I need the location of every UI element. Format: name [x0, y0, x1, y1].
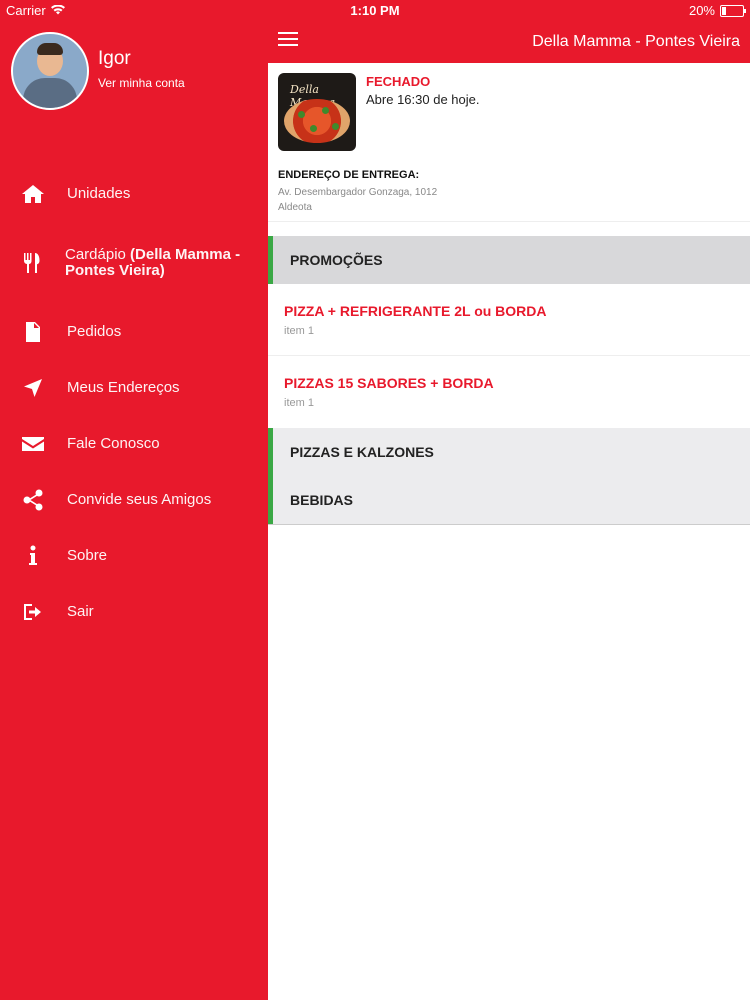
section-header-pizzas[interactable]: PIZZAS E KALZONES	[268, 428, 750, 476]
sidebar-item-convide[interactable]: Convide seus Amigos	[0, 472, 268, 528]
sidebar-item-label: Meus Endereços	[67, 379, 180, 396]
profile-header[interactable]: Igor Ver minha conta	[11, 32, 185, 110]
sidebar-item-label: Unidades	[67, 185, 131, 202]
sidebar-item-label: Sobre	[67, 547, 108, 564]
battery-icon	[720, 4, 746, 17]
sidebar-item-label: Pedidos	[67, 323, 122, 340]
store-hours: Abre 16:30 de hoje.	[366, 92, 480, 107]
sidebar-item-label: Convide seus Amigos	[67, 491, 212, 508]
home-icon	[20, 181, 46, 207]
store-logo: Della Mamma	[278, 73, 356, 151]
status-bar: Carrier 1:10 PM 20%	[0, 0, 750, 22]
product-name: PIZZAS 15 SABORES + BORDA	[284, 375, 494, 391]
address-title: ENDEREÇO DE ENTREGA:	[278, 169, 420, 181]
store-info: Della Mamma FECHADO Abre 16:30 de hoje. …	[268, 63, 750, 222]
menu-icon[interactable]	[278, 32, 298, 46]
product-name: PIZZA + REFRIGERANTE 2L ou BORDA	[284, 303, 547, 319]
address-line: Av. Desembargador Gonzaga, 1012	[278, 187, 438, 198]
sidebar-item-pedidos[interactable]: Pedidos	[0, 304, 268, 360]
product-description: item 1	[284, 325, 314, 337]
address-line: Aldeota	[278, 202, 312, 213]
pizza-image	[284, 99, 350, 143]
account-link[interactable]: Ver minha conta	[98, 76, 185, 90]
sidebar-item-enderecos[interactable]: Meus Endereços	[0, 360, 268, 416]
share-icon	[20, 487, 46, 513]
location-arrow-icon	[20, 375, 46, 401]
clock: 1:10 PM	[350, 3, 400, 18]
user-name: Igor	[98, 48, 131, 69]
product-item[interactable]: PIZZAS 15 SABORES + BORDA item 1	[268, 356, 750, 428]
page-title: Della Mamma - Pontes Vieira	[532, 33, 740, 50]
sidebar-item-label: Cardápio (Della Mamma - Pontes Vieira)	[65, 246, 241, 279]
sidebar-item-cardapio[interactable]: Cardápio (Della Mamma - Pontes Vieira)	[0, 222, 268, 304]
battery-percent: 20%	[688, 3, 715, 18]
utensils-icon	[20, 250, 44, 276]
product-description: item 1	[284, 397, 314, 409]
document-icon	[20, 319, 46, 345]
sidebar: Igor Ver minha conta Unidades Cardápio (…	[0, 0, 268, 1000]
envelope-icon	[20, 431, 46, 457]
sign-out-icon	[20, 599, 46, 625]
sidebar-item-label: Sair	[67, 603, 94, 620]
section-header-bebidas[interactable]: BEBIDAS	[268, 476, 750, 524]
info-icon	[20, 543, 46, 569]
sidebar-item-sair[interactable]: Sair	[0, 584, 268, 640]
section-header-promocoes[interactable]: PROMOÇÕES	[268, 236, 750, 284]
sidebar-item-label: Fale Conosco	[67, 435, 160, 452]
divider	[268, 524, 750, 525]
product-item[interactable]: PIZZA + REFRIGERANTE 2L ou BORDA item 1	[268, 284, 750, 356]
sidebar-item-unidades[interactable]: Unidades	[0, 166, 268, 222]
store-status: FECHADO	[366, 74, 431, 89]
sidebar-item-fale-conosco[interactable]: Fale Conosco	[0, 416, 268, 472]
sidebar-item-sobre[interactable]: Sobre	[0, 528, 268, 584]
main-panel: Della Mamma - Pontes Vieira Della Mamma …	[268, 0, 750, 1000]
avatar[interactable]	[11, 32, 89, 110]
sidebar-menu: Unidades Cardápio (Della Mamma - Pontes …	[0, 166, 268, 640]
